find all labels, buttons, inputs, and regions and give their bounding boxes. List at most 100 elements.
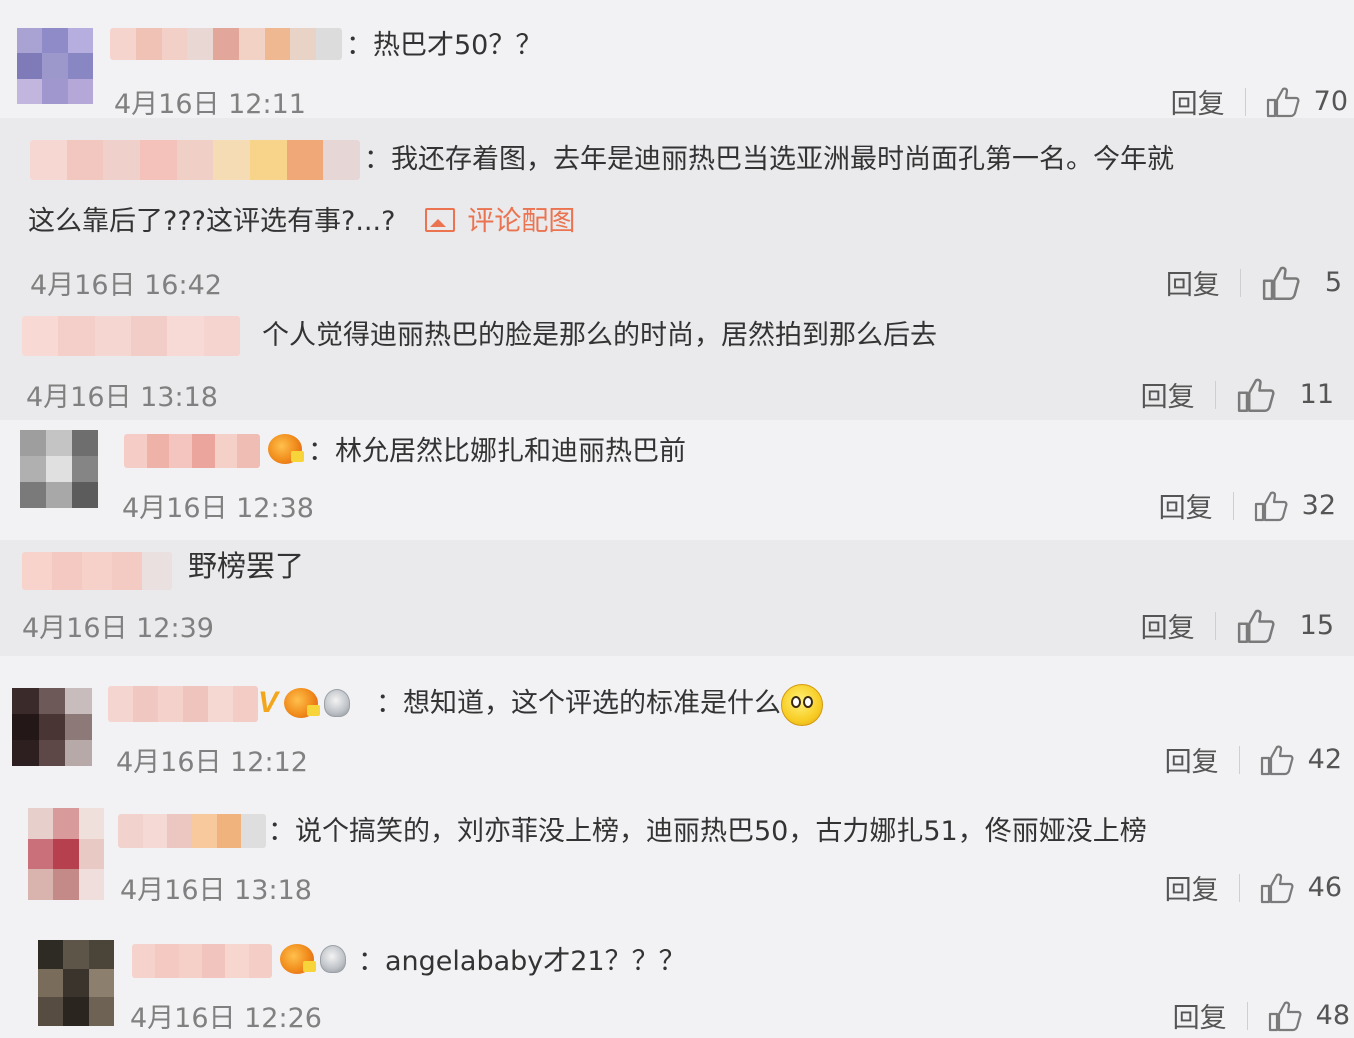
like-button[interactable]: 5 (1261, 265, 1342, 301)
avatar-pixel (53, 869, 79, 900)
username-pixel (208, 686, 233, 722)
comment-time: 4月16日 13:18 (120, 875, 312, 906)
avatar[interactable] (17, 28, 93, 104)
username-pixel (178, 944, 202, 978)
crown-badge-icon (280, 944, 316, 974)
like-button[interactable]: 42 (1260, 744, 1342, 776)
avatar[interactable] (38, 940, 114, 1026)
comment-actions: 回复 11 (1141, 375, 1334, 414)
divider (1232, 491, 1234, 520)
like-button[interactable]: 70 (1266, 86, 1348, 118)
thumbs-up-icon (1261, 265, 1301, 301)
username-pixel (201, 944, 226, 978)
reply-button[interactable]: 回复 (1141, 375, 1195, 414)
like-count: 15 (1299, 610, 1334, 641)
username-pixel (264, 28, 291, 60)
username-pixel (132, 944, 156, 978)
like-count: 48 (1315, 1000, 1350, 1031)
thumbs-up-icon (1260, 744, 1294, 776)
like-button[interactable]: 48 (1268, 1000, 1350, 1032)
user-badges (268, 434, 304, 464)
avatar-pixel (65, 740, 92, 766)
like-button[interactable]: 15 (1236, 608, 1334, 644)
comment-time: 4月16日 12:26 (130, 1003, 322, 1034)
reply-button[interactable]: 回复 (1165, 868, 1219, 907)
username-pixel (233, 686, 258, 722)
comment-text: ：林允居然比娜扎和迪丽热巴前 (308, 422, 686, 482)
avatar-pixel (46, 482, 72, 508)
crown-badge-icon (268, 434, 304, 464)
like-button[interactable]: 46 (1260, 872, 1342, 904)
colon: ： (268, 816, 295, 847)
comment-item: 个人觉得迪丽热巴的脸是那么的时尚，居然拍到那么后去 4月16日 13:18 回复… (0, 308, 1354, 420)
username-pixel (52, 552, 82, 590)
avatar[interactable] (28, 808, 104, 900)
colon: ： (364, 144, 391, 175)
avatar-pixel (63, 940, 89, 969)
username-pixel (248, 944, 272, 978)
username-pixel (203, 316, 240, 356)
reply-button[interactable]: 回复 (1159, 486, 1213, 525)
username[interactable] (22, 316, 240, 356)
comment-actions: 回复 5 (1166, 263, 1342, 302)
username-pixel (58, 316, 95, 356)
avatar-pixel (78, 869, 104, 900)
thumbs-up-icon (1236, 377, 1276, 413)
like-button[interactable]: 32 (1254, 490, 1336, 522)
username-pixel (316, 28, 342, 60)
avatar-pixel (17, 53, 43, 79)
username[interactable] (118, 814, 266, 848)
username-pixel (214, 434, 238, 468)
comment-time: 4月16日 16:42 (30, 270, 222, 301)
thumbs-up-icon (1268, 1000, 1302, 1032)
comment-text-content: angelababy才21？？？ (385, 946, 686, 977)
avatar-pixel (65, 714, 92, 740)
user-badges: V (258, 686, 351, 719)
username-pixel (167, 316, 204, 356)
reply-button[interactable]: 回复 (1166, 263, 1220, 302)
username[interactable] (110, 28, 342, 60)
comment-time: 4月16日 12:12 (116, 747, 308, 778)
comment-actions: 回复 42 (1165, 740, 1342, 779)
comment-actions: 回复 15 (1141, 606, 1334, 645)
comment-text: ：热巴才50？？ (346, 16, 542, 76)
username-pixel (103, 140, 141, 180)
comment-text-line2: 这么靠后了???这评选有事?...? 评论配图 (28, 192, 575, 252)
comment-text-content: 林允居然比娜扎和迪丽热巴前 (335, 436, 686, 467)
username-pixel (30, 140, 67, 180)
like-button[interactable]: 11 (1236, 377, 1334, 413)
avatar-pixel (17, 78, 43, 104)
username[interactable] (30, 140, 360, 180)
avatar-pixel (72, 482, 98, 508)
username[interactable] (124, 434, 260, 468)
verified-v-icon: V (258, 686, 279, 719)
avatar-pixel (38, 968, 64, 998)
divider (1214, 380, 1216, 409)
username-pixel (286, 140, 324, 180)
username[interactable] (132, 944, 272, 978)
comment-image-link[interactable]: 评论配图 (425, 206, 575, 237)
colon: ： (346, 30, 373, 61)
username-pixel (112, 552, 142, 590)
divider (1246, 1001, 1248, 1030)
username-pixel (192, 814, 217, 848)
avatar-pixel (53, 838, 79, 870)
username-pixel (142, 814, 168, 848)
reply-button[interactable]: 回复 (1141, 606, 1195, 645)
avatar-pixel (42, 28, 68, 54)
username[interactable] (108, 686, 258, 722)
comment-text: 个人觉得迪丽热巴的脸是那么的时尚，居然拍到那么后去 (262, 306, 937, 366)
like-count: 5 (1324, 267, 1342, 298)
reply-button[interactable]: 回复 (1173, 996, 1227, 1035)
avatar-pixel (46, 430, 72, 456)
avatar[interactable] (12, 688, 92, 766)
username[interactable] (22, 552, 172, 590)
comment-time: 4月16日 12:39 (22, 613, 214, 644)
thumbs-up-icon (1236, 608, 1276, 644)
username-pixel (22, 552, 52, 590)
reply-button[interactable]: 回复 (1165, 740, 1219, 779)
reply-button[interactable]: 回复 (1171, 82, 1225, 121)
avatar[interactable] (20, 430, 98, 508)
colon: ： (376, 688, 403, 719)
comment-text: ：我还存着图，去年是迪丽热巴当选亚洲最时尚面孔第一名。今年就 (364, 130, 1174, 190)
